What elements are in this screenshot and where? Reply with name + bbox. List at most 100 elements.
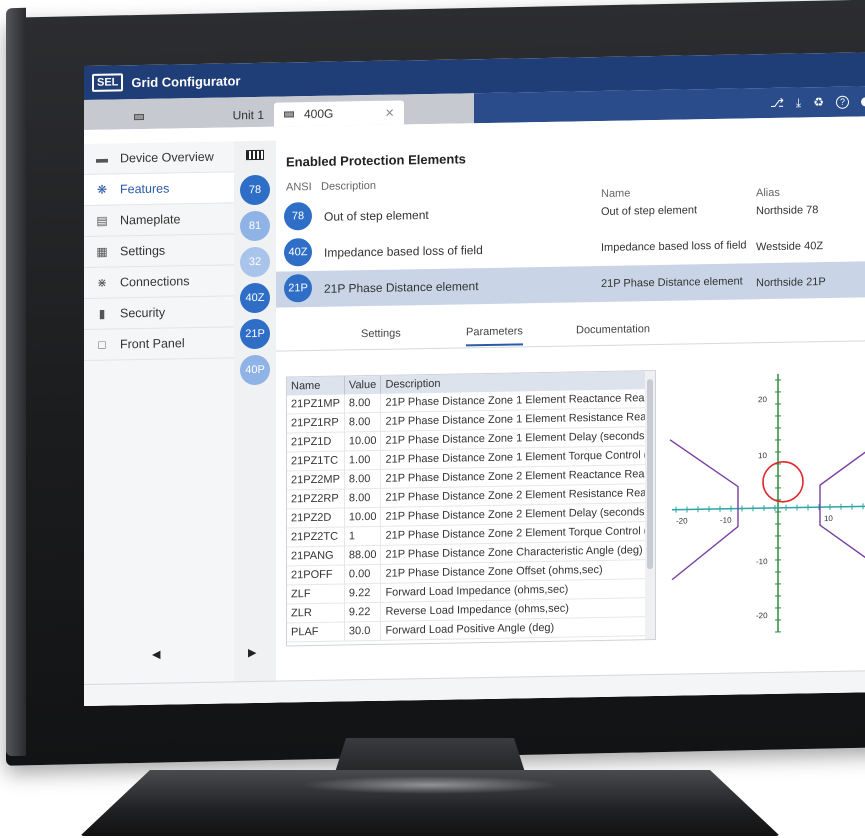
- sidebar-item-label: Device Overview: [120, 149, 214, 166]
- mho-circle: [762, 460, 804, 503]
- impedance-plot-svg: 20 10 -10 -20 -20 -10 10 20: [669, 373, 865, 633]
- element-badge-column: 78 81 32 40Z 21P 40P ▶: [234, 140, 276, 704]
- sidebar-item-front-panel[interactable]: □ Front Panel: [84, 327, 234, 361]
- tab-parameters[interactable]: Parameters: [466, 325, 523, 347]
- element-name: Impedance based loss of field: [601, 239, 747, 254]
- ansi-badge: 78: [284, 202, 312, 231]
- element-name: Out of step element: [601, 204, 697, 218]
- network-icon[interactable]: ♻: [813, 95, 824, 109]
- scrollbar-thumb[interactable]: [647, 379, 653, 570]
- element-alias: Northside 21P: [756, 276, 826, 290]
- y-tick-label: 20: [758, 395, 767, 404]
- y-tick-label: 10: [758, 451, 767, 460]
- main-panel: Enabled Protection Elements ANSI Descrip…: [276, 130, 865, 703]
- tab-unit-1[interactable]: Unit 1: [124, 102, 274, 130]
- sel-logo: SEL: [92, 73, 124, 92]
- tab-documentation[interactable]: Documentation: [576, 323, 650, 336]
- param-value-cell: 88.00: [344, 545, 381, 565]
- sidebar-item-settings[interactable]: ▦ Settings: [84, 234, 234, 268]
- tab-400g[interactable]: 400G ×: [274, 100, 404, 127]
- sidebar-item-nameplate[interactable]: ▤ Nameplate: [84, 203, 234, 237]
- tab-label: Unit 1: [232, 107, 264, 123]
- sidebar-item-features[interactable]: ❋ Features: [84, 172, 234, 206]
- param-name-cell: 21PZ1MP: [287, 394, 345, 414]
- param-value-cell: 9.22: [344, 583, 381, 603]
- nameplate-icon: ▤: [96, 213, 108, 228]
- param-name-cell: 21PZ1D: [287, 431, 345, 452]
- badge-78[interactable]: 78: [240, 174, 270, 206]
- workspace: ▬ Device Overview ❋ Features ▤ Nameplate…: [84, 116, 865, 706]
- badge-81[interactable]: 81: [240, 210, 270, 242]
- help-icon[interactable]: ?: [836, 95, 849, 109]
- monitor-bezel-edge: [6, 7, 26, 757]
- param-value-cell: 8.00: [344, 412, 381, 432]
- param-value-cell: 10.00: [344, 507, 381, 527]
- sidebar-item-device-overview[interactable]: ▬ Device Overview: [84, 141, 234, 175]
- param-name-cell: 21PZ1RP: [287, 412, 345, 433]
- device-icon: [134, 113, 144, 121]
- param-name-cell: 21PZ2D: [287, 507, 345, 528]
- app-window: SEL Grid Configurator Unit 1 400G × ⎇ ⤓ …: [84, 52, 865, 706]
- sidebar-item-label: Front Panel: [120, 336, 185, 352]
- x-axis: [672, 505, 865, 511]
- tab-label: 400G: [304, 106, 334, 122]
- sidebar-item-label: Security: [120, 305, 166, 321]
- parameters-table: Name Value Description 21PZ1MP 8.00 21P Ph…: [286, 370, 656, 647]
- element-alias: Westside 40Z: [756, 240, 824, 254]
- param-value-cell: 1: [344, 526, 381, 546]
- column-header[interactable]: Value: [344, 375, 381, 395]
- param-name-cell: 21PANG: [287, 545, 345, 566]
- plug-icon[interactable]: ⎇: [770, 96, 784, 110]
- param-value-cell: 9.22: [344, 602, 381, 622]
- param-value-cell: 30.0: [344, 621, 381, 641]
- sidebar-item-security[interactable]: ▮ Security: [84, 296, 234, 330]
- ansi-badge: 21P: [284, 274, 312, 303]
- device-icon: [246, 149, 264, 161]
- close-icon[interactable]: ×: [385, 104, 394, 121]
- param-value-cell: 8.00: [344, 393, 381, 413]
- param-value-cell: 8.00: [344, 469, 381, 489]
- param-name-cell: 21POFF: [287, 564, 345, 585]
- param-value-cell: 1.00: [344, 450, 381, 470]
- status-dot-icon[interactable]: [861, 96, 865, 106]
- element-alias: Northside 78: [756, 204, 819, 218]
- element-name: 21P Phase Distance element: [601, 275, 743, 290]
- connections-icon: ⋇: [96, 275, 108, 290]
- tick-marks: [675, 379, 864, 633]
- badge-32[interactable]: 32: [240, 246, 270, 278]
- header-description: Description: [321, 179, 377, 193]
- sidebar-item-connections[interactable]: ⋇ Connections: [84, 265, 234, 299]
- tab-settings[interactable]: Settings: [361, 327, 401, 340]
- sidebar: ▬ Device Overview ❋ Features ▤ Nameplate…: [84, 141, 234, 706]
- element-description: Impedance based loss of field: [324, 243, 483, 260]
- expand-right-icon[interactable]: ▶: [248, 646, 256, 659]
- badge-40p[interactable]: 40P: [240, 354, 270, 386]
- element-description: Out of step element: [324, 207, 429, 224]
- sidebar-item-label: Connections: [120, 274, 190, 290]
- column-header[interactable]: Name: [287, 376, 345, 396]
- monitor-icon: □: [98, 337, 106, 352]
- download-icon[interactable]: ⤓: [796, 95, 801, 110]
- gear-icon: ❋: [96, 182, 108, 197]
- right-blinder: [819, 429, 865, 579]
- app-title: Grid Configurator: [131, 72, 241, 90]
- grid-icon: ▦: [96, 244, 108, 259]
- sidebar-item-label: Features: [120, 181, 170, 197]
- param-name-cell: 21PZ2TC: [287, 526, 345, 547]
- lock-icon: ▮: [98, 306, 106, 321]
- sidebar-item-label: Settings: [120, 243, 166, 259]
- device-icon: [284, 111, 294, 118]
- collapse-left-icon[interactable]: ◀: [152, 648, 160, 661]
- param-name-cell: 21PZ1TC: [287, 450, 345, 471]
- badge-column-header: [234, 141, 276, 170]
- param-name-cell: ZLF: [287, 583, 345, 604]
- badge-40z[interactable]: 40Z: [240, 282, 270, 314]
- detail-tabs: Settings Parameters Documentation: [276, 311, 865, 352]
- param-name-cell: PLAF: [287, 621, 345, 642]
- monitor-photo: SEL Grid Configurator Unit 1 400G × ⎇ ⤓ …: [0, 0, 865, 838]
- badge-21p[interactable]: 21P: [240, 318, 270, 350]
- table-scrollbar[interactable]: [645, 371, 655, 640]
- param-name-cell: 21PZ2MP: [287, 469, 345, 490]
- param-value-cell: 0.00: [344, 564, 381, 584]
- sidebar-item-label: Nameplate: [120, 212, 181, 228]
